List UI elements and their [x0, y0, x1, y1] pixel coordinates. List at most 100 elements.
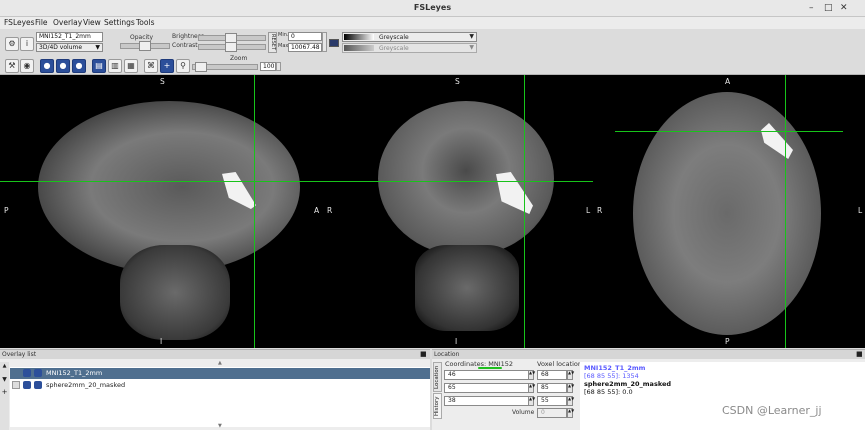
minmax-spinner[interactable] [322, 32, 327, 52]
negative-colormap-swatch [344, 45, 374, 51]
voxel-x-field[interactable]: 68 [537, 370, 567, 380]
coronal-view-icon[interactable]: ● [56, 59, 70, 73]
zoom-slider[interactable] [192, 62, 258, 72]
voxel-location-label: Voxel location [537, 360, 583, 368]
close-icon[interactable]: ■ [856, 350, 863, 358]
negative-colormap-label: Greyscale [379, 45, 409, 52]
colormap-select[interactable]: Greyscale ▼ [342, 32, 477, 42]
tab-location[interactable]: Location [433, 362, 442, 392]
menu-bar: FSLeyes File Overlay View Settings Tools [0, 17, 865, 29]
overlay-row[interactable]: sphere2mm_20_masked [10, 380, 430, 391]
orient-bottom: P [725, 337, 730, 346]
vertical-layout-icon[interactable]: ▥ [108, 59, 122, 73]
labels-icon[interactable]: ⌘ [144, 59, 158, 73]
contrast-knob[interactable] [225, 42, 237, 52]
negative-colormap-select[interactable]: Greyscale ▼ [342, 43, 477, 53]
brainstem-image [415, 245, 519, 331]
info-overlay-value: [68 85 55]: 1354 [584, 372, 639, 380]
overlay-name-field[interactable]: MNI152_T1_2mm [36, 32, 103, 42]
annotation-underline [478, 367, 502, 369]
contrast-slider[interactable] [198, 42, 266, 52]
window-title: FSLeyes [413, 3, 452, 12]
ortho-view[interactable]: S I P A S I R L A P R L [0, 75, 865, 348]
zoom-knob[interactable] [195, 62, 207, 72]
menu-file[interactable]: File [35, 18, 48, 27]
min-label: Min. [278, 32, 289, 38]
voxel-y-spinner[interactable]: ▲▼ [567, 383, 574, 393]
tab-history[interactable]: History [433, 393, 442, 419]
list-buttons: ▲ ▼ + [0, 362, 9, 430]
move-down-icon[interactable]: ▼ [1, 376, 8, 385]
menu-view[interactable]: View [83, 18, 101, 27]
min-field[interactable]: 0 [288, 32, 322, 41]
minimize-icon[interactable]: – [809, 3, 814, 13]
world-z-spinner[interactable]: ▲▼ [528, 396, 535, 406]
axial-panel[interactable]: A P R L [593, 75, 865, 348]
sagittal-panel[interactable]: S I P A [0, 75, 323, 348]
overlay-type-select[interactable]: 3D/4D volume ▼ [36, 43, 103, 52]
orient-right: A [314, 206, 320, 215]
vertical-crosshair [254, 75, 255, 348]
volume-field[interactable]: 0 [537, 408, 567, 418]
overlay-type-label: 3D/4D volume [39, 44, 83, 51]
chevron-down-icon: ▼ [95, 44, 100, 51]
eye-icon[interactable] [34, 381, 42, 389]
world-x-spinner[interactable]: ▲▼ [528, 370, 535, 380]
max-field[interactable]: 10067.48 [288, 43, 322, 52]
move-up-icon[interactable]: ▲ [1, 363, 8, 372]
lock-icon[interactable] [12, 381, 20, 389]
scroll-up-icon[interactable]: ▲ [218, 360, 222, 366]
link-icon[interactable] [23, 381, 31, 389]
brightness-slider[interactable] [198, 33, 266, 43]
menu-settings[interactable]: Settings [104, 18, 135, 27]
close-icon[interactable]: ✕ [840, 3, 848, 13]
sagittal-view-icon[interactable]: ● [40, 59, 54, 73]
world-y-field[interactable]: 65 [444, 383, 534, 393]
world-y-spinner[interactable]: ▲▼ [528, 383, 535, 393]
info-overlay-value: [68 85 55]: 0.0 [584, 388, 633, 396]
chevron-down-icon: ▼ [469, 33, 474, 40]
world-z-field[interactable]: 38 [444, 396, 534, 406]
wrench-icon[interactable]: ⚒ [5, 59, 19, 73]
title-bar: FSLeyes – □ ✕ [0, 0, 865, 17]
horizontal-crosshair [0, 181, 323, 182]
axial-view-icon[interactable]: ● [72, 59, 86, 73]
colorbar-icon[interactable] [329, 39, 339, 47]
opacity-slider[interactable] [120, 41, 170, 51]
grid-layout-icon[interactable]: ▦ [124, 59, 138, 73]
zoom-spinner[interactable] [276, 62, 281, 71]
zoom-field[interactable]: 100 [260, 62, 276, 71]
gear-icon[interactable]: ⚙ [5, 37, 19, 51]
opacity-knob[interactable] [139, 41, 151, 51]
eye-icon[interactable] [34, 369, 42, 377]
voxel-x-spinner[interactable]: ▲▼ [567, 370, 574, 380]
menu-tools[interactable]: Tools [136, 18, 154, 27]
orient-left: P [4, 206, 9, 215]
vertical-crosshair [785, 75, 786, 348]
add-overlay-icon[interactable]: + [1, 388, 8, 397]
menu-fsleyes[interactable]: FSLeyes [4, 18, 35, 27]
cerebellum-image [120, 245, 230, 340]
zoom-icon[interactable]: ⚲ [176, 59, 190, 73]
overlay-row[interactable]: MNI152_T1_2mm [10, 368, 430, 379]
orient-top: A [725, 77, 731, 86]
maximize-icon[interactable]: □ [824, 3, 833, 13]
world-x-field[interactable]: 46 [444, 370, 534, 380]
camera-icon[interactable]: ◉ [20, 59, 34, 73]
info-icon[interactable]: i [20, 37, 34, 51]
voxel-z-spinner[interactable]: ▲▼ [567, 396, 574, 406]
reset-button[interactable]: RESET [268, 32, 277, 53]
voxel-y-field[interactable]: 85 [537, 383, 567, 393]
close-icon[interactable]: ■ [420, 350, 427, 358]
menu-overlay[interactable]: Overlay [53, 18, 82, 27]
voxel-z-field[interactable]: 55 [537, 396, 567, 406]
scroll-down-icon[interactable]: ▼ [218, 423, 222, 429]
volume-spinner[interactable]: ▲▼ [567, 408, 574, 418]
crosshair-icon[interactable]: + [160, 59, 174, 73]
coronal-panel[interactable]: S I R L [323, 75, 593, 348]
orient-right: L [586, 206, 591, 215]
link-icon[interactable] [23, 369, 31, 377]
horizontal-crosshair [615, 131, 843, 132]
horizontal-layout-icon[interactable]: ▤ [92, 59, 106, 73]
chevron-down-icon: ▼ [469, 44, 474, 51]
